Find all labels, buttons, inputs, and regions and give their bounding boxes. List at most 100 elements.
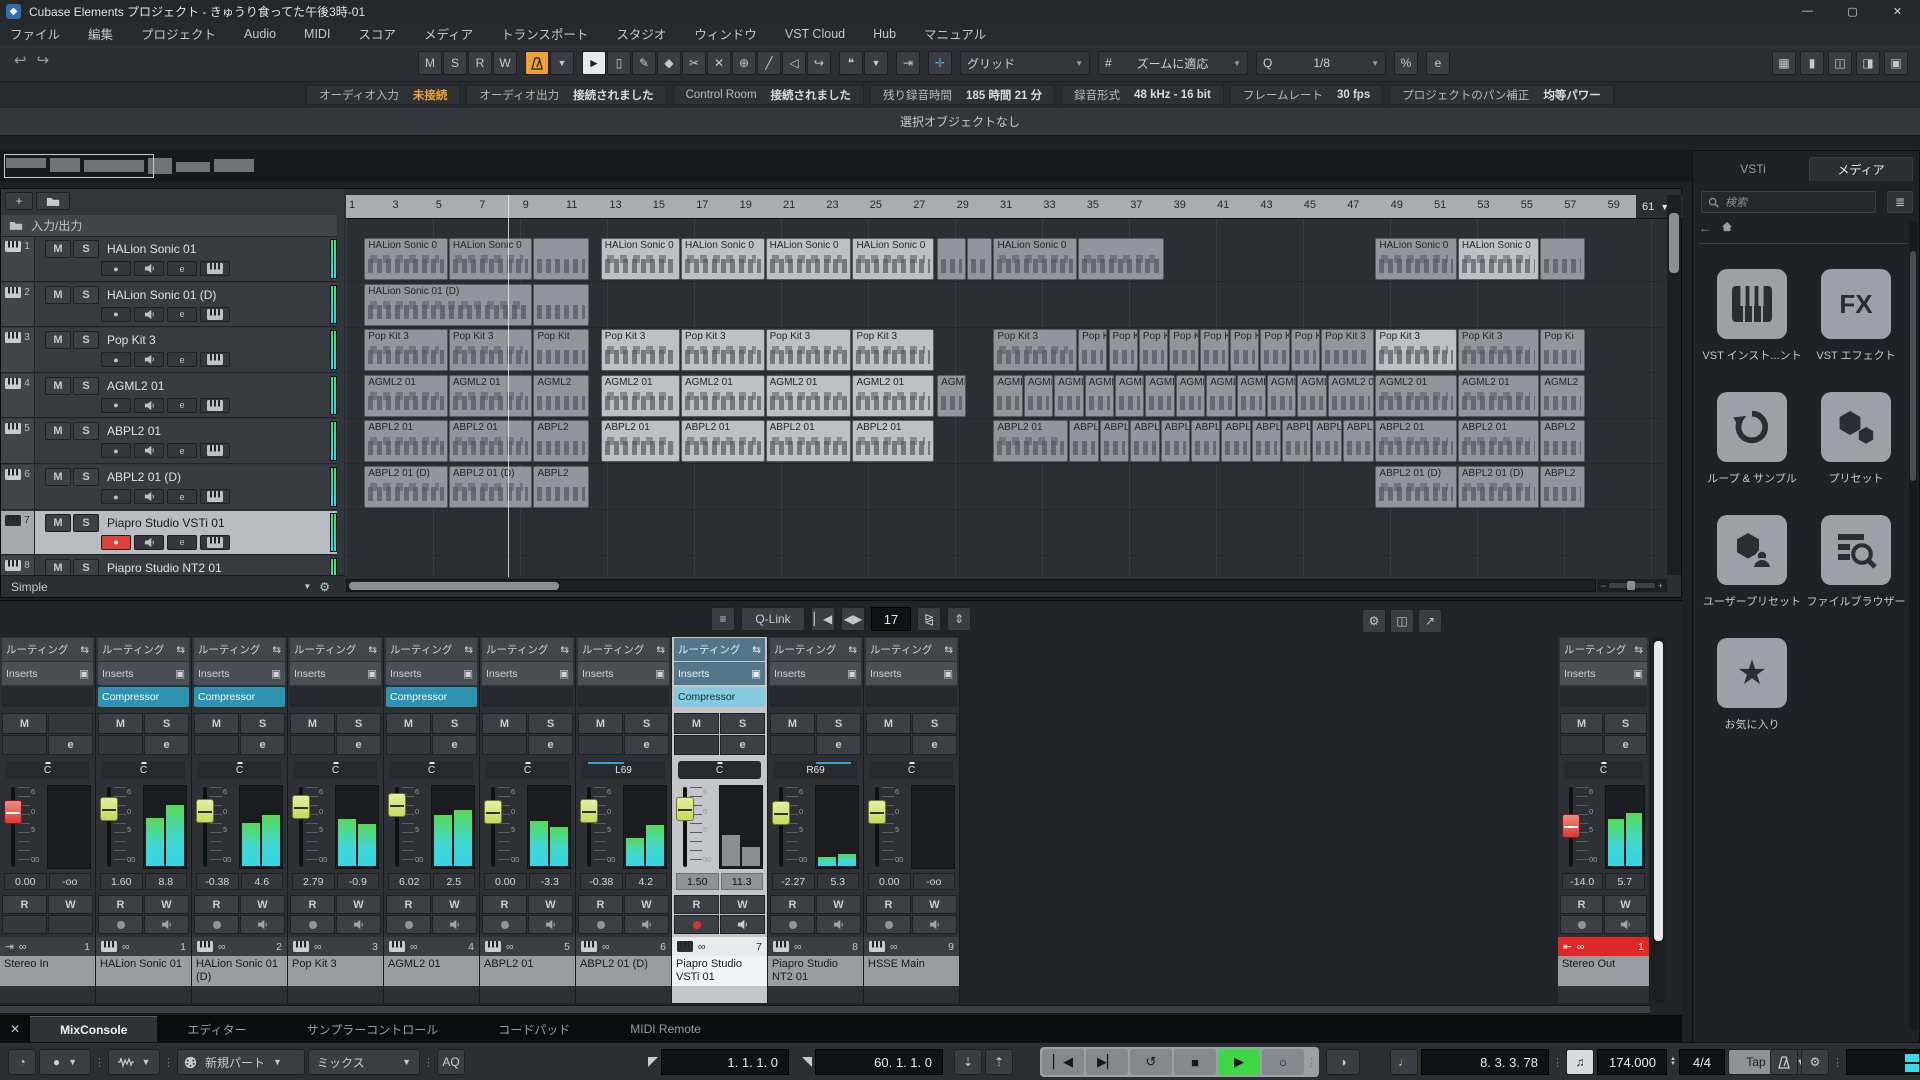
peak-value[interactable]: 4.2 — [625, 873, 668, 890]
channel-name[interactable]: Piapro Studio VSTi 01 — [672, 956, 767, 986]
channel-name[interactable]: Pop Kit 3 — [288, 956, 383, 986]
mixer-strip-piapro-studio-vsti-01[interactable]: ルーティング⇆Inserts▣CompressorMSeC605001.5011… — [672, 637, 768, 1003]
lower-tab-midi-remote[interactable]: MIDI Remote — [600, 1016, 731, 1042]
read-automation-button[interactable]: R — [1560, 895, 1603, 914]
strip-edit-button[interactable]: e — [144, 735, 189, 755]
write-automation-button[interactable]: W — [336, 895, 381, 914]
midi-part[interactable]: HALion Sonic 0 — [681, 238, 765, 280]
volume-fader[interactable]: 60500 — [4, 785, 44, 869]
peak-value[interactable]: -0.9 — [337, 873, 380, 890]
strip-solo-button[interactable]: S — [144, 713, 189, 734]
right-zone-toggle-icon[interactable]: ◨ — [1856, 51, 1880, 75]
position-display[interactable]: 8. 3. 3. 78 — [1421, 1049, 1549, 1075]
range-selection-tool[interactable]: ▯ — [607, 51, 631, 75]
volume-fader[interactable]: 60500 — [100, 785, 140, 869]
midi-part[interactable]: HALion Sonic 0 — [852, 238, 933, 280]
midi-part[interactable]: Pop Kit 3 — [852, 329, 933, 371]
channel-name[interactable]: AGML2 01 — [384, 956, 479, 986]
volume-value[interactable]: -2.27 — [772, 873, 815, 890]
volume-value[interactable]: 1.50 — [676, 873, 719, 890]
strip-mute-button[interactable]: M — [674, 713, 719, 734]
volume-value[interactable]: -14.0 — [1562, 873, 1603, 890]
track-instrument-button[interactable] — [200, 398, 230, 413]
strip-edit-button[interactable]: e — [624, 735, 669, 755]
write-automation-button[interactable]: W — [432, 895, 477, 914]
strip-mute-button[interactable]: M — [98, 713, 143, 734]
midi-part[interactable]: Pop Kit — [1169, 329, 1198, 371]
write-automation-button[interactable]: W — [48, 895, 93, 914]
midi-part[interactable]: HALion Sonic 0 — [601, 238, 680, 280]
fader-cap[interactable] — [772, 801, 790, 825]
punch-in-button[interactable]: ⇣ — [954, 1049, 982, 1075]
strip-mute-button[interactable]: M — [194, 713, 239, 734]
midi-part[interactable]: AGML2 — [937, 375, 966, 417]
strip-mute-button[interactable]: M — [386, 713, 431, 734]
line-tool[interactable]: ╱ — [757, 51, 781, 75]
strip-record-button[interactable] — [674, 915, 719, 934]
track-edit-button[interactable]: e — [167, 489, 197, 504]
strip-solo-button[interactable]: S — [816, 713, 861, 734]
volume-value[interactable]: 0.00 — [4, 873, 47, 890]
read-automation-button[interactable]: R — [194, 895, 239, 914]
midi-mix-mode-select[interactable]: ミックス▼ — [308, 1049, 420, 1075]
media-tile-user-preset[interactable] — [1717, 515, 1787, 585]
write-automation-button[interactable]: W — [720, 895, 765, 914]
midi-part[interactable]: ABPL2 — [533, 466, 588, 508]
time-signature-display[interactable]: 4/4 — [1679, 1049, 1725, 1075]
pan-control[interactable]: C — [486, 761, 569, 779]
close-button[interactable]: ✕ — [1875, 0, 1920, 22]
menu-item-マニュアル[interactable]: マニュアル — [924, 24, 986, 43]
strip-edit-button[interactable]: e — [816, 735, 861, 755]
mixer-vertical-scrollbar[interactable] — [1652, 637, 1665, 1003]
strip-solo-button[interactable]: S — [432, 713, 477, 734]
midi-part[interactable]: AGML2 — [1115, 375, 1144, 417]
retrospective-record-icon[interactable]: ◔ — [8, 1049, 36, 1075]
track-record-enable-button[interactable]: ● — [101, 398, 131, 413]
erase-tool[interactable]: ✕ — [707, 51, 731, 75]
inserts-rack-header[interactable]: Inserts▣ — [2, 662, 93, 685]
click-settings-gear-icon[interactable]: ⚙ — [1801, 1049, 1829, 1075]
menu-item-ウィンドウ[interactable]: ウィンドウ — [694, 24, 757, 43]
midi-part[interactable] — [967, 238, 992, 280]
insert-slot[interactable]: Compressor — [386, 687, 477, 707]
routing-rack-header[interactable]: ルーティング⇆ — [98, 638, 189, 661]
volume-value[interactable]: 0.00 — [868, 873, 911, 890]
midi-part[interactable]: ABPL2 — [1312, 420, 1341, 462]
peak-value[interactable]: -oo — [49, 873, 92, 890]
strip-record-button[interactable] — [194, 915, 239, 934]
goto-start-button[interactable]: ▏◀ — [1042, 1049, 1084, 1075]
midi-part[interactable]: ABPL2 — [1221, 420, 1250, 462]
inserts-rack-header[interactable]: Inserts▣ — [194, 662, 285, 685]
menu-item-メディア[interactable]: メディア — [424, 24, 473, 43]
routing-rack-header[interactable]: ルーティング⇆ — [866, 638, 957, 661]
midi-part[interactable]: AGML2 — [1085, 375, 1114, 417]
pan-control[interactable]: C — [1564, 761, 1643, 779]
track-instrument-button[interactable] — [200, 535, 230, 550]
strip-edit-button[interactable]: e — [336, 735, 381, 755]
quantize-select[interactable]: Q1/8▼ — [1256, 51, 1386, 75]
mixer-strip-hsse-main[interactable]: ルーティング⇆Inserts▣MSeC605000.00-ooRW∞9HSSE … — [864, 637, 960, 1003]
track-record-enable-button[interactable]: ● — [101, 535, 131, 550]
strip-mute-button[interactable]: M — [290, 713, 335, 734]
track-row-7[interactable]: 7MSPiapro Studio VSTi 01●e — [1, 511, 337, 556]
inserts-rack-header[interactable]: Inserts▣ — [866, 662, 957, 685]
track-mute-button[interactable]: M — [45, 514, 71, 532]
stop-button[interactable]: ■ — [1174, 1049, 1216, 1075]
midi-part[interactable]: Pop Kit 3 — [601, 329, 680, 371]
midi-part[interactable]: AGML2 01 — [364, 375, 448, 417]
insert-slot[interactable]: Compressor — [674, 687, 765, 707]
strip-mute-button[interactable]: M — [770, 713, 815, 734]
folder-track-row[interactable]: 入力/出力 — [1, 215, 337, 237]
channel-name[interactable]: Stereo In — [0, 956, 95, 986]
midi-part[interactable] — [533, 238, 588, 280]
track-record-enable-button[interactable]: ● — [101, 352, 131, 367]
minimize-button[interactable]: — — [1785, 0, 1830, 22]
midi-part[interactable]: AGML2 — [1297, 375, 1326, 417]
read-automation-button[interactable]: R — [386, 895, 431, 914]
routing-rack-header[interactable]: ルーティング⇆ — [386, 638, 477, 661]
midi-part[interactable]: Pop Kit 3 — [1375, 329, 1456, 371]
media-tile-preset[interactable] — [1821, 392, 1891, 462]
peak-value[interactable]: 5.3 — [817, 873, 860, 890]
mixer-strip-halion-sonic-01[interactable]: ルーティング⇆Inserts▣CompressorMSeC605001.608.… — [96, 637, 192, 1003]
snap-icon[interactable]: ✛ — [928, 51, 952, 75]
